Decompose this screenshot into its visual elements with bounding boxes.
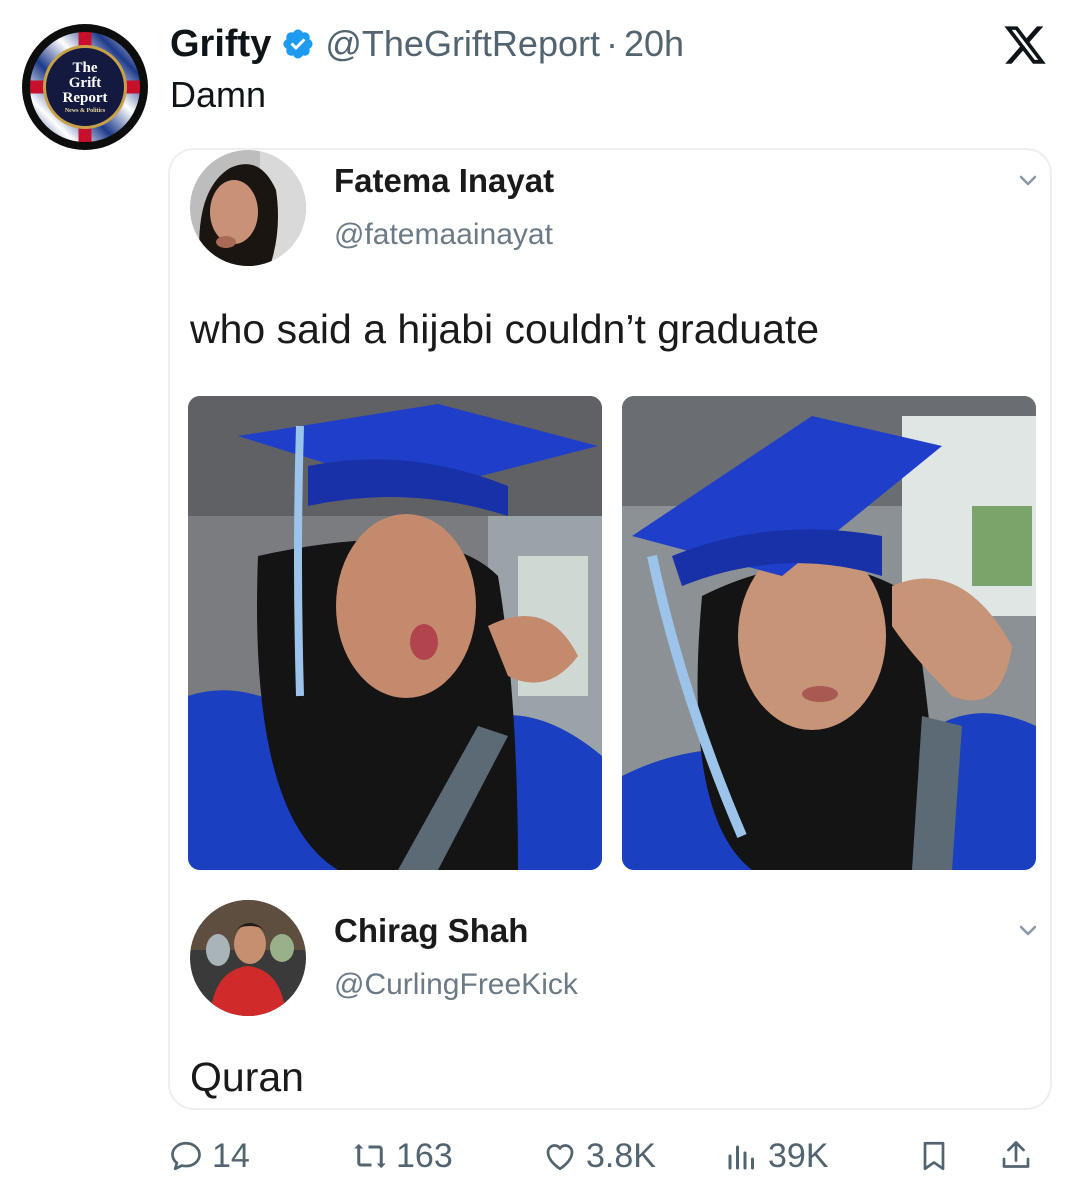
heart-icon: [546, 1144, 574, 1171]
views-count: 39K: [768, 1136, 829, 1175]
post-time[interactable]: 20h: [624, 23, 684, 65]
views-button[interactable]: 39K: [724, 1128, 829, 1184]
quoted-name-2[interactable]: Chirag Shah: [334, 912, 528, 950]
x-logo-icon[interactable]: [1002, 22, 1048, 68]
bookmark-button[interactable]: [916, 1128, 952, 1184]
repost-button[interactable]: 163: [352, 1128, 453, 1184]
repost-icon: [354, 1143, 386, 1169]
quoted-text-1: who said a hijabi couldn’t graduate: [190, 306, 820, 352]
reply-count: 14: [212, 1136, 250, 1175]
quoted-avatar-chirag: [190, 900, 306, 1016]
views-icon: [728, 1145, 754, 1170]
avatar-logo: The Grift Report News & Politics: [43, 45, 127, 129]
share-button[interactable]: [998, 1128, 1034, 1184]
graduation-photo-1[interactable]: [188, 396, 602, 870]
author-name[interactable]: Grifty: [170, 23, 271, 66]
author-avatar[interactable]: The Grift Report News & Politics: [22, 24, 148, 150]
post-header: Grifty @TheGriftReport · 20h: [170, 18, 684, 70]
reply-icon: [171, 1141, 201, 1171]
like-button[interactable]: 3.8K: [542, 1128, 656, 1184]
quoted-avatar-fatema: [190, 150, 306, 266]
avatar-logo-text-1: The: [72, 59, 98, 76]
quoted-text-2: Quran: [190, 1054, 304, 1100]
avatar-union-jack-ring: The Grift Report News & Politics: [30, 32, 140, 142]
embedded-image-card[interactable]: Fatema Inayat @fatemaainayat who said a …: [168, 148, 1052, 1110]
time-separator: ·: [605, 23, 618, 64]
graduation-photo-2[interactable]: [622, 396, 1036, 870]
chevron-down-icon[interactable]: [1016, 168, 1040, 192]
quoted-handle-1[interactable]: @fatemaainayat: [334, 218, 553, 252]
share-icon: [1002, 1141, 1030, 1168]
quoted-handle-2[interactable]: @CurlingFreeKick: [334, 968, 578, 1002]
avatar-logo-text-2: Grift: [68, 74, 102, 91]
author-handle[interactable]: @TheGriftReport: [325, 23, 600, 65]
action-bar: 14 163 3.8K 39K: [168, 1128, 1052, 1184]
reply-button[interactable]: 14: [168, 1128, 250, 1184]
avatar-logo-text-3: Report: [62, 89, 108, 106]
avatar-logo-text-4: News & Politics: [64, 107, 106, 114]
verified-badge-icon: [283, 29, 313, 59]
bookmark-icon: [923, 1141, 945, 1171]
chevron-down-icon[interactable]: [1016, 918, 1040, 942]
post-text: Damn: [170, 74, 267, 115]
repost-count: 163: [396, 1136, 453, 1175]
like-count: 3.8K: [586, 1136, 656, 1175]
quoted-name-1[interactable]: Fatema Inayat: [334, 162, 554, 200]
